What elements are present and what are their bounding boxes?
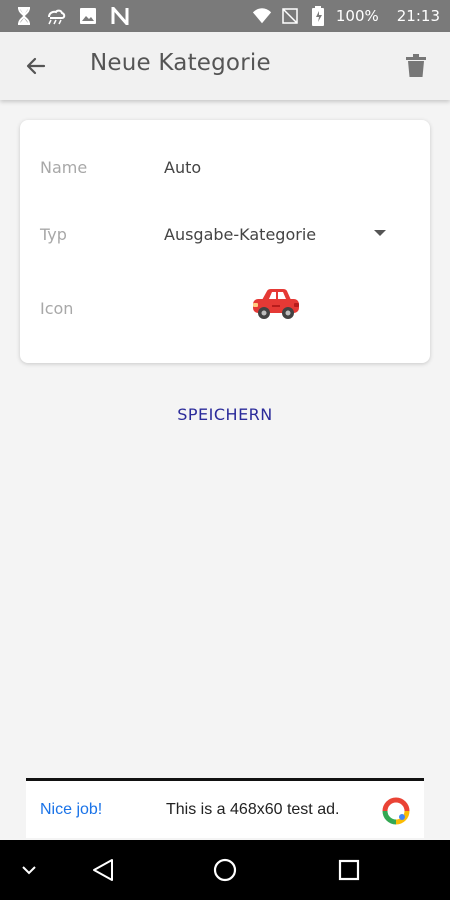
triangle-back-icon [93,859,113,881]
ad-banner[interactable]: Nice job! This is a 468x60 test ad. [26,778,424,838]
type-select[interactable]: Ausgabe-Kategorie [164,225,316,244]
square-recents-icon [338,859,360,881]
ad-headline[interactable]: Nice job! [40,801,102,819]
icon-label: Icon [40,299,74,318]
ad-logo-icon[interactable] [382,797,410,825]
nav-home-button[interactable] [210,855,240,885]
name-input[interactable]: Auto [164,158,201,177]
chevron-down-icon [22,866,36,875]
no-sim-icon [280,6,300,26]
status-right: 100% 21:13 [252,6,440,26]
icon-row: Icon [40,289,410,324]
image-icon [78,6,98,26]
name-row: Name Auto [40,153,410,183]
status-bar: 100% 21:13 [0,0,450,32]
status-left-icons [14,6,130,26]
arrow-back-icon [26,57,46,75]
app-bar: Neue Kategorie [0,32,450,100]
rain-icon [46,6,66,26]
battery-icon [308,6,328,26]
clock: 21:13 [396,7,440,25]
type-label: Typ [40,225,67,244]
nav-back-button[interactable] [88,855,118,885]
navigation-bar [0,840,450,900]
car-icon [253,289,299,319]
icon-picker[interactable] [250,286,302,322]
battery-percent: 100% [335,7,379,25]
delete-button[interactable] [398,48,434,84]
wifi-icon [252,6,272,26]
trash-icon [406,54,426,77]
hourglass-icon [14,6,34,26]
category-form-card: Name Auto Typ Ausgabe-Kategorie Icon [20,120,430,363]
n-icon [110,6,130,26]
save-button[interactable]: SPEICHERN [165,400,285,430]
name-label: Name [40,158,88,177]
circle-home-icon [213,858,237,882]
dropdown-arrow-icon[interactable] [374,230,386,236]
nav-collapse-button[interactable] [14,855,44,885]
nav-recents-button[interactable] [334,855,364,885]
page-title: Neue Kategorie [90,50,271,76]
ad-text[interactable]: This is a 468x60 test ad. [166,801,339,819]
type-row: Typ Ausgabe-Kategorie [40,220,410,250]
back-button[interactable] [18,48,54,84]
